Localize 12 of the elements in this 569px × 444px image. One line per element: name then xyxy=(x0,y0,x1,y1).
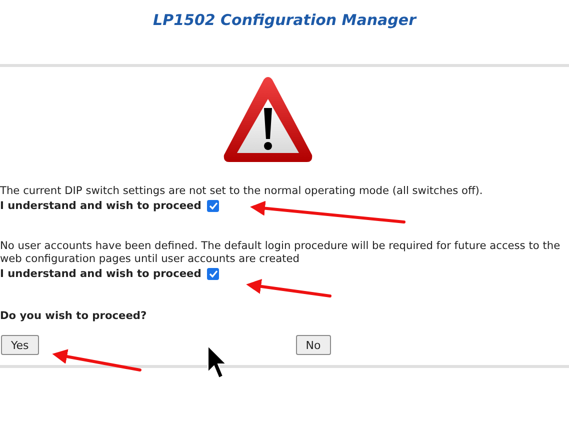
yes-button[interactable]: Yes xyxy=(1,335,39,355)
mouse-cursor-icon xyxy=(208,344,228,379)
confirm-checkbox[interactable] xyxy=(207,200,220,212)
warning-icon xyxy=(222,75,314,165)
page-title: LP1502 Configuration Manager xyxy=(153,10,416,31)
no-button[interactable]: No xyxy=(296,335,331,355)
confirm-label: I understand and wish to proceed xyxy=(0,268,202,280)
confirm-label: I understand and wish to proceed xyxy=(0,200,202,212)
question-text: Do you wish to proceed? xyxy=(0,310,148,322)
warning-message: No user accounts have been defined. The default login procedure will be required for future access to the web configuration pages until user accounts are created xyxy=(0,240,562,266)
warning-message: The current DIP switch settings are not set to the normal operating mode (all switches off). xyxy=(0,185,484,198)
confirm-checkbox[interactable] xyxy=(207,268,220,280)
